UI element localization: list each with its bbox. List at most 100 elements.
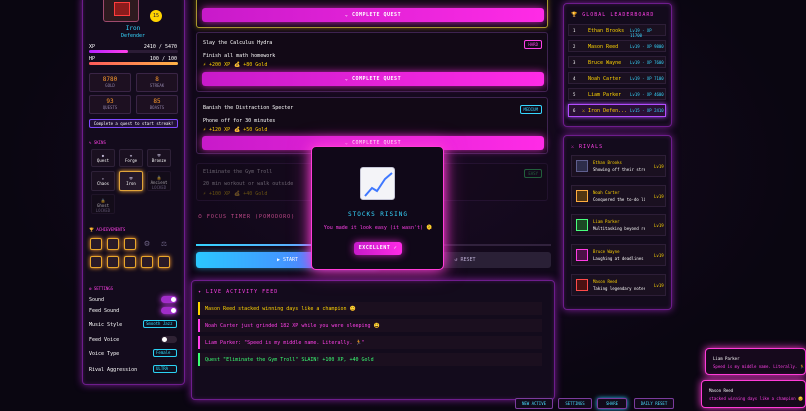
rival-aggression-select[interactable]: ULTRA [153,365,177,373]
xp-bar [89,50,178,53]
stat-gold: 8780 GOLD [89,73,131,92]
sound-toggle[interactable] [161,296,177,303]
feed-title: ✦ LIVE ACTIVITY FEED [198,289,279,295]
level-badge: 15 [150,10,162,22]
achievement-flame-icon [107,238,119,250]
achievement-swords-icon [90,238,102,250]
profile-panel: 15 Iron Defender XP 2410 / 5470 HP 100 /… [82,0,185,385]
hp-bar [89,62,178,65]
rival-avatar [576,190,588,202]
quest-desc: 20 min workout or walk outside [203,181,294,187]
rival-avatar [576,279,588,291]
achievement-shield-icon [90,256,102,268]
leaderboard-row-self: 6 ⚔ Iron Defen... Lv15 · XP 2410 [568,104,666,117]
skin-item-bronze[interactable]: ⛨ Bronze [147,149,171,167]
feed-item: Mason Reed stacked winning days like a c… [198,302,542,315]
difficulty-badge: MEDIUM [519,105,542,114]
xp-fill [89,50,129,53]
leaderboard-row: 1 Ethan Brooks Lv19 · XP 11700 [568,24,666,38]
music-style-label: Music Style [89,322,123,328]
skins-title: ✎ SKINS [89,140,106,145]
voice-type-label: Voice Type [89,351,120,357]
rival-card[interactable]: Bruce WayneLaughing at deadlines · XP...… [571,244,666,266]
quest-xp-reward: ⚡ +100 XP [203,191,231,197]
rival-avatar [576,249,588,261]
feed-item: Noah Carter just grinded 182 XP while yo… [198,319,542,332]
achievement-lightning-icon [107,256,119,268]
achievement-coin-icon [124,256,136,268]
achievement-gear-icon: ⚙ [144,239,150,249]
voice-type-select[interactable]: Female [153,349,177,357]
modal-message: You made it look easy (it wasn't) 🫠 [323,225,433,231]
focus-timer-title: ⏱ FOCUS TIMER (POMODORO) [198,214,296,220]
skin-item-forge[interactable]: ⚒ Forge [119,149,143,167]
hp-fill [89,62,178,65]
achievement-trophy-icon [158,256,170,268]
rivals-title: ⚔ RIVALS [571,144,604,150]
feed-sound-toggle[interactable] [161,307,177,314]
feed-item: Quest "Eliminate the Gym Troll" SLAIN! +… [198,353,542,366]
rival-card[interactable]: Ethan BrooksShowing off their streak · X… [571,155,666,177]
quest-title: Banish the Distraction Specter [203,105,294,111]
stat-boasts: 85 BOASTS [136,95,178,114]
music-style-select[interactable]: Smooth Jazz [143,320,177,328]
feed-sound-label: Feed Sound [89,308,120,314]
streak-hint: Complete a quest to start streak! [89,119,178,128]
leaderboard-row: 3 Bruce Wayne Lv19 · XP 7600 [568,56,666,68]
quest-gold-reward: 💰 +50 Gold [234,127,268,133]
skin-item-quest[interactable]: ◆ Quest [91,149,115,167]
rival-avatar [576,219,588,231]
activity-feed-panel: ✦ LIVE ACTIVITY FEED Mason Reed stacked … [191,280,555,400]
skin-item-ghost[interactable]: 🔒 Ghost LOCKED [91,194,115,214]
achievement-crown-icon [141,256,153,268]
player-name: Iron [125,25,141,32]
excellent-button[interactable]: EXCELLENT ✓ [354,242,402,255]
new-active-button[interactable]: NEW ACTIVE [515,398,553,409]
modal-overlay: STOCKS RISING You made it look easy (it … [311,146,444,270]
rival-aggression-label: Rival Aggression [89,367,138,373]
rival-card[interactable]: Noah CarterConquered the to-do list yo..… [571,185,666,207]
achievement-scale-icon: ⚖ [161,239,167,249]
quest-gold-reward: 💰 +80 Gold [234,62,268,68]
quest-xp-reward: ⚡ +200 XP [203,62,231,68]
rival-card[interactable]: Liam ParkerMultitasking beyond reason...… [571,214,666,236]
feed-voice-toggle[interactable] [161,336,177,343]
settings-button[interactable]: SETTINGS [558,398,592,409]
toast-notification[interactable]: Mason Reed stacked winning days like a c… [701,380,806,408]
avatar [103,0,139,22]
stat-streak: 8 STREAK [136,73,178,92]
achievements-title: 🏆 ACHIEVEMENTS [89,227,126,232]
quest-title: Slay the Calculus Hydra [203,40,273,46]
quest-desc: Phone off for 30 minutes [203,118,276,124]
feed-voice-label: Feed Voice [89,337,120,343]
achievement-skull-icon [124,238,136,250]
rival-avatar [576,160,588,172]
skin-item-iron[interactable]: ⛨ Iron [119,171,143,191]
toast-notification[interactable]: Liam Parker Speed is my middle name. Lit… [705,348,806,375]
skin-item-ancient[interactable]: 🔒 Ancient LOCKED [147,171,171,191]
player-title: Defender [120,33,146,39]
leaderboard-title: 🏆 GLOBAL LEADERBOARD [571,12,655,18]
rival-card[interactable]: Mason ReedTaking legendary notes at n...… [571,274,666,296]
quest-card: Slay the Calculus Hydra HARD Finish all … [196,32,548,92]
difficulty-badge: EASY [524,169,542,178]
quest-title: Eliminate the Gym Troll [203,169,273,175]
app-root: 15 Iron Defender XP 2410 / 5470 HP 100 /… [0,0,806,411]
complete-quest-button[interactable]: ⌄ COMPLETE QUEST [202,8,544,22]
stocks-chart-icon [360,167,395,200]
sound-label: Sound [89,297,105,303]
quest-desc: Finish all math homework [203,53,276,59]
share-button[interactable]: SHARE [597,398,627,409]
modal-title: STOCKS RISING [348,211,408,218]
feed-item: Liam Parker: "Speed is my middle name. L… [198,336,542,349]
skin-item-chaos[interactable]: ✦ Chaos [91,171,115,191]
settings-title: ⚙ SETTINGS [89,286,114,291]
leaderboard-row: 5 Liam Parker Lv19 · XP 4600 [568,88,666,100]
quest-gold-reward: 💰 +40 Gold [234,191,268,197]
daily-reset-button[interactable]: DAILY RESET [634,398,674,409]
stat-quests: 93 QUESTS [89,95,131,114]
leaderboard-row: 4 Noah Carter Lv19 · XP 7100 [568,72,666,84]
complete-quest-button[interactable]: ⌄ COMPLETE QUEST [202,72,544,86]
quest-xp-reward: ⚡ +120 XP [203,127,231,133]
leaderboard-row: 2 Mason Reed Lv19 · XP 9800 [568,40,666,52]
